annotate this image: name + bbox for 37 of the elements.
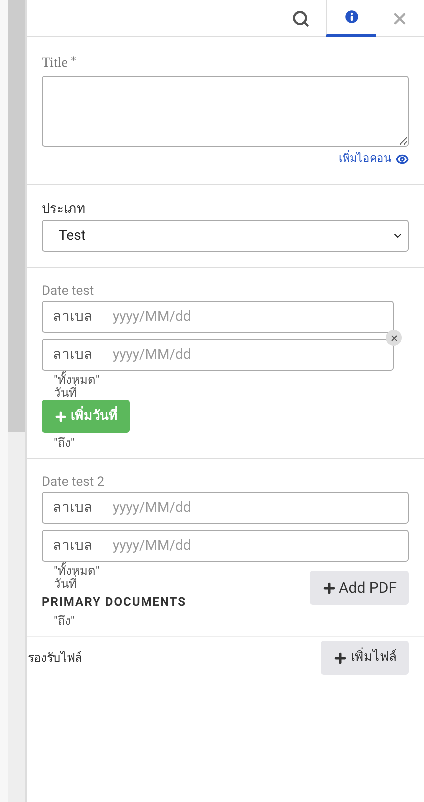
eye-icon [396,152,409,166]
remove-button[interactable] [386,330,402,346]
required-mark: * [70,54,76,69]
field-label: Title [42,55,68,73]
date-label: ลาเบล [52,498,94,518]
date-field[interactable]: ลาเบล yyyy/MM/dd [42,492,409,524]
title-field[interactable] [42,76,409,147]
date-placeholder: yyyy/MM/dd [113,536,192,556]
date-placeholder: yyyy/MM/dd [113,498,192,518]
date-field[interactable]: ลาเบล yyyy/MM/dd [42,339,394,371]
plus-icon [322,580,337,596]
panel-tab[interactable] [326,0,376,37]
date-field[interactable]: ลาเบล yyyy/MM/dd [42,530,409,562]
date-field[interactable]: ลาเบล yyyy/MM/dd [42,301,394,333]
field-label: Date test [42,283,96,301]
note-text: วันที่ [53,387,78,400]
field-label: รองรับไฟล์ [28,650,82,667]
info-icon [342,8,360,26]
plus-icon [333,650,348,666]
add-pdf-button[interactable]: Add PDF [310,571,409,605]
note-text: "ถึง" [53,435,76,452]
note-text: "ถึง" [53,613,76,630]
add-file-button[interactable]: เพิ่มไฟล์ [321,641,409,675]
field-label: ประเภท [42,200,87,218]
section-heading: PRIMARY DOCUMENTS [42,594,187,611]
date-placeholder: yyyy/MM/dd [113,346,192,364]
search-icon [292,10,310,28]
date-label: ลาเบล [52,536,94,556]
date-label: ลาเบล [52,308,94,326]
close-icon [390,334,398,342]
add-icon-link[interactable]: เพิ่มไอคอน [339,151,409,168]
field-label: Date test 2 [42,474,106,492]
note-text: วันที่ [53,578,78,591]
plus-icon [54,410,68,424]
date-placeholder: yyyy/MM/dd [113,308,192,326]
date-label: ลาเบล [52,346,94,364]
type-select[interactable]: Test [42,220,409,252]
